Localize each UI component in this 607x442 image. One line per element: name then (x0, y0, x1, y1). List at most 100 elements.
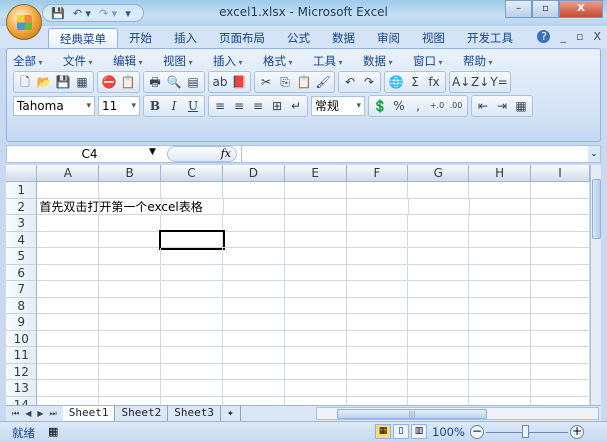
cell-C4[interactable] (159, 229, 225, 250)
increase-indent-icon[interactable]: ⇥ (493, 97, 511, 115)
cell-F4[interactable] (346, 231, 409, 248)
prev-sheet-icon[interactable]: ◀ (25, 409, 31, 419)
sort-asc-icon[interactable]: A↓ (452, 73, 470, 91)
cell-E4[interactable] (284, 231, 347, 248)
column-header-C[interactable]: C (161, 165, 223, 182)
new-icon[interactable]: 🗋 (16, 73, 34, 91)
cell-B12[interactable] (99, 363, 162, 380)
hyperlink-icon[interactable]: 🌐 (387, 73, 405, 91)
row-header-6[interactable]: 6 (6, 264, 38, 281)
copy-icon[interactable]: ⎘ (276, 73, 294, 91)
tab-7[interactable]: 视图 (411, 28, 456, 48)
cell-D9[interactable] (222, 314, 285, 331)
row-header-1[interactable]: 1 (6, 182, 38, 199)
row-header-5[interactable]: 5 (6, 248, 38, 265)
help-icon[interactable]: ? (537, 30, 551, 43)
vertical-scroll-thumb[interactable] (592, 179, 601, 239)
cell-G11[interactable] (408, 347, 470, 364)
cell-A1[interactable] (37, 182, 100, 199)
print-icon[interactable]: 🖶 (146, 73, 164, 91)
underline-button[interactable]: U (184, 97, 202, 115)
tab-4[interactable]: 公式 (276, 28, 321, 48)
menu-1[interactable]: 文件 (63, 53, 113, 69)
filter-icon[interactable]: Y= (490, 73, 508, 91)
cell-H9[interactable] (469, 314, 532, 331)
row-header-3[interactable]: 3 (6, 215, 38, 232)
cell-F2[interactable] (347, 198, 409, 215)
column-header-E[interactable]: E (284, 165, 347, 182)
cell-B11[interactable] (99, 347, 162, 364)
cell-H3[interactable] (469, 215, 532, 232)
cell-C5[interactable] (161, 248, 223, 265)
cell-A11[interactable] (37, 347, 100, 364)
zoom-out-icon[interactable]: − (470, 425, 484, 439)
column-header-G[interactable]: G (408, 165, 470, 182)
cell-B3[interactable] (99, 215, 162, 232)
worksheet-grid[interactable]: ABCDEFGHI 1 2 首先双击打开第一个excel表格 3 4 5 6 7 8 9 10 11 1… (6, 165, 590, 405)
maximize-button[interactable]: ▫ (532, 0, 559, 18)
spelling-icon[interactable]: ab (211, 73, 229, 91)
cell-H6[interactable] (469, 264, 532, 281)
open-icon[interactable]: 📂 (35, 73, 53, 91)
formula-input[interactable] (241, 146, 586, 162)
office-button[interactable] (6, 4, 42, 40)
cell-B1[interactable] (99, 182, 162, 199)
row-header-10[interactable]: 10 (6, 330, 38, 347)
cell-B9[interactable] (99, 314, 162, 331)
cell-C10[interactable] (161, 330, 223, 347)
align-left-icon[interactable]: ≡ (211, 97, 229, 115)
insert-sheet-icon[interactable]: ✦ (221, 406, 241, 421)
cell-D7[interactable] (222, 281, 285, 298)
page-break-view-icon[interactable]: ▥ (411, 424, 427, 439)
cell-C13[interactable] (161, 380, 223, 397)
tab-2[interactable]: 插入 (163, 28, 208, 48)
cell-F13[interactable] (346, 380, 409, 397)
cell-I4[interactable] (531, 231, 590, 248)
cell-C14[interactable] (161, 396, 223, 405)
cell-G14[interactable] (408, 396, 470, 405)
cell-H14[interactable] (469, 396, 532, 405)
cell-I6[interactable] (531, 264, 590, 281)
font-name-select[interactable]: Tahoma (13, 96, 95, 116)
cell-G12[interactable] (408, 363, 470, 380)
menu-3[interactable]: 视图 (163, 53, 213, 69)
cut-icon[interactable]: ✂ (257, 73, 275, 91)
column-header-F[interactable]: F (346, 165, 409, 182)
permission-icon[interactable]: ⛔ (100, 73, 118, 91)
cell-A10[interactable] (37, 330, 100, 347)
row-header-4[interactable]: 4 (6, 231, 38, 248)
bold-button[interactable]: B (146, 97, 164, 115)
cell-G9[interactable] (408, 314, 470, 331)
cell-D1[interactable] (222, 182, 285, 199)
column-header-A[interactable]: A (37, 165, 100, 182)
cell-E1[interactable] (284, 182, 347, 199)
cell-E8[interactable] (284, 297, 347, 314)
next-sheet-icon[interactable]: ▶ (37, 409, 43, 419)
increase-decimal-button[interactable]: +.0 (428, 97, 446, 115)
cell-G2[interactable] (408, 198, 470, 215)
print-preview-icon[interactable]: 🔍 (165, 73, 183, 91)
workbook-minimize-button[interactable]: _ (560, 30, 566, 43)
cell-I9[interactable] (531, 314, 590, 331)
sheet-tab-sheet1[interactable]: Sheet1 (62, 406, 116, 421)
wrap-text-icon[interactable]: ↵ (287, 97, 305, 115)
name-box[interactable]: C4 (7, 146, 162, 162)
merge-center-icon[interactable]: ⊞ (268, 97, 286, 115)
format-painter-icon[interactable]: 🖌 (314, 73, 332, 91)
number-format-select[interactable]: 常规 (311, 96, 365, 116)
cell-F12[interactable] (346, 363, 409, 380)
tab-0[interactable]: 经典菜单 (48, 28, 118, 48)
cell-C3[interactable] (161, 215, 223, 232)
cell-B4[interactable] (99, 231, 162, 248)
cell-E3[interactable] (284, 215, 347, 232)
currency-icon[interactable]: 💲 (371, 97, 389, 115)
normal-view-icon[interactable]: ▦ (375, 424, 391, 439)
tab-3[interactable]: 页面布局 (208, 28, 276, 48)
expand-formula-bar-icon[interactable]: ⌄ (588, 146, 600, 162)
cell-B13[interactable] (99, 380, 162, 397)
cell-B5[interactable] (99, 248, 162, 265)
decrease-indent-icon[interactable]: ⇤ (474, 97, 492, 115)
cell-E14[interactable] (285, 396, 347, 405)
cell-H13[interactable] (469, 380, 532, 397)
cell-I5[interactable] (531, 248, 590, 265)
